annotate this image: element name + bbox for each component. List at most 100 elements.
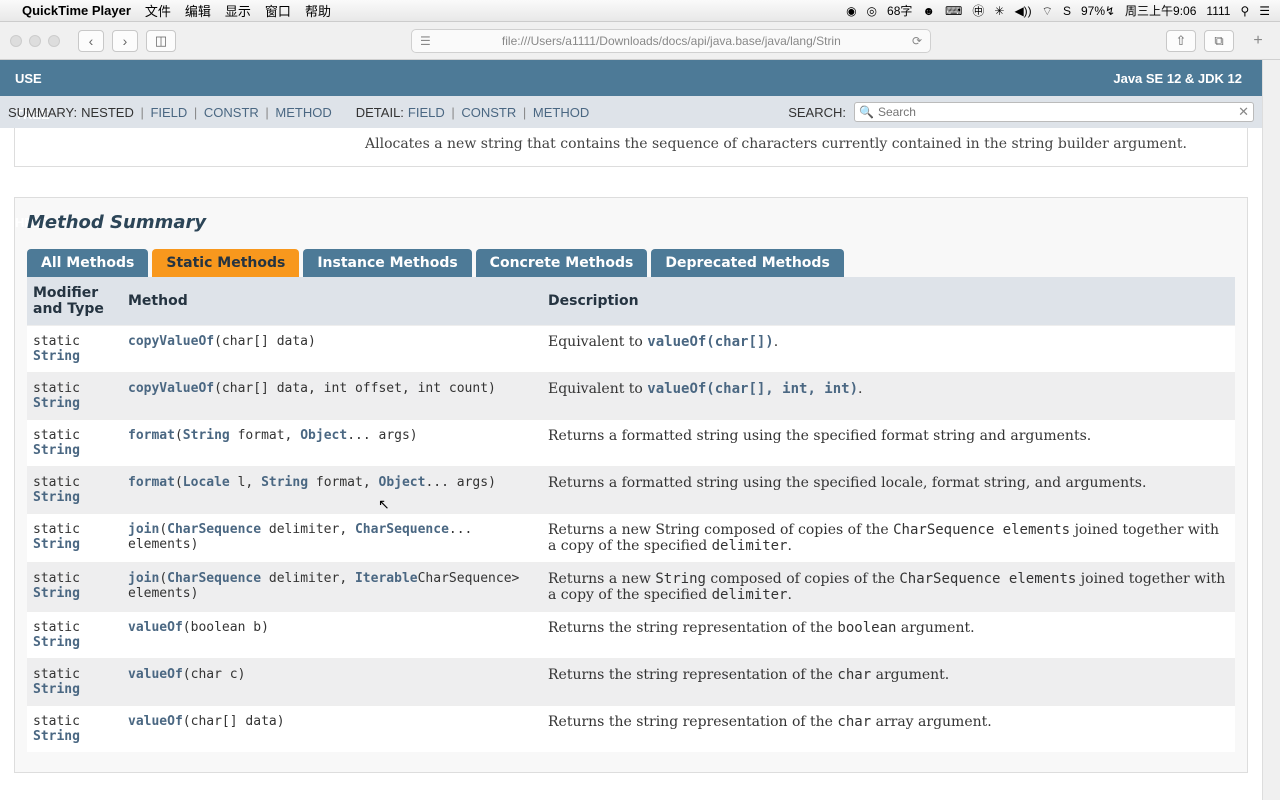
type-link[interactable]: Object	[379, 475, 426, 490]
status-item[interactable]: ☰	[1259, 4, 1270, 18]
type-link[interactable]: String	[261, 475, 308, 490]
status-item[interactable]: ◎	[867, 4, 877, 18]
forward-button[interactable]: ›	[112, 30, 138, 52]
browser-toolbar: ‹ › ◫ ☰ file:///Users/a1111/Downloads/do…	[0, 22, 1280, 60]
subnav-link-field[interactable]: FIELD	[150, 105, 187, 120]
zoom-icon[interactable]	[48, 35, 60, 47]
status-item[interactable]: ☻	[922, 4, 935, 18]
status-item[interactable]: 97%↯	[1081, 4, 1115, 18]
javadoc-sub-nav: SUMMARY: NESTED | FIELD | CONSTR | METHO…	[0, 96, 1262, 128]
header-modifier: Modifier and Type	[27, 277, 122, 326]
status-item[interactable]: ⌔	[1042, 4, 1053, 18]
method-row: static StringvalueOf(boolean b)Returns t…	[27, 612, 1235, 659]
subnav-link-field[interactable]: FIELD	[408, 105, 445, 120]
type-link[interactable]: CharSequence	[355, 522, 449, 537]
minimize-icon[interactable]	[29, 35, 41, 47]
menu-item[interactable]: 窗口	[265, 4, 291, 19]
app-name[interactable]: QuickTime Player	[22, 3, 131, 18]
type-link[interactable]: String	[33, 586, 80, 601]
method-link[interactable]: copyValueOf	[128, 381, 214, 396]
method-link[interactable]: copyValueOf	[128, 334, 214, 349]
type-link[interactable]: String	[33, 729, 80, 744]
type-link[interactable]: String	[33, 635, 80, 650]
constructor-desc: Allocates a new string that contains the…	[365, 136, 1237, 152]
detail-label: DETAIL:	[356, 105, 404, 120]
type-link[interactable]: String	[33, 396, 80, 411]
type-link[interactable]: Iterable	[355, 571, 418, 586]
java-version: Java SE 12 & JDK 12	[1113, 71, 1256, 86]
status-item[interactable]: 周三上午9:06	[1125, 4, 1196, 18]
topnav-index[interactable]: INDEX	[6, 168, 113, 204]
window-controls[interactable]	[10, 35, 60, 47]
subnav-link-constr[interactable]: CONSTR	[461, 105, 516, 120]
type-link[interactable]: String	[183, 428, 230, 443]
menu-item[interactable]: 帮助	[305, 4, 331, 19]
method-link[interactable]: valueOf(char[], int, int)	[647, 381, 858, 397]
reader-icon[interactable]: ☰	[420, 34, 431, 48]
topnav-deprecated[interactable]: DEPRECATED	[6, 132, 113, 168]
method-link[interactable]: valueOf	[128, 667, 183, 682]
tab-instance-methods[interactable]: Instance Methods	[303, 249, 471, 277]
method-link[interactable]: valueOf(char[])	[647, 334, 773, 350]
tab-concrete-methods[interactable]: Concrete Methods	[476, 249, 648, 277]
method-row: static StringcopyValueOf(char[] data)Equ…	[27, 326, 1235, 373]
search-input[interactable]	[878, 105, 1234, 119]
menu-item[interactable]: 编辑	[185, 4, 211, 19]
subnav-link-method[interactable]: METHOD	[275, 105, 331, 120]
reload-icon[interactable]: ⟳	[912, 34, 922, 48]
status-item[interactable]: 1111	[1206, 4, 1230, 18]
type-link[interactable]: String	[33, 349, 80, 364]
method-link[interactable]: valueOf	[128, 620, 183, 635]
tab-deprecated-methods[interactable]: Deprecated Methods	[651, 249, 843, 277]
page-content[interactable]: OVERVIEWMODULEPACKAGECLASSUSETREEDEPRECA…	[0, 60, 1262, 800]
status-item[interactable]: ◉	[846, 4, 856, 18]
method-row: static StringcopyValueOf(char[] data, in…	[27, 373, 1235, 420]
tabs-button[interactable]: ⧉	[1204, 30, 1234, 52]
status-item[interactable]: ✳	[994, 4, 1004, 18]
new-tab-button[interactable]: +	[1246, 29, 1270, 53]
method-link[interactable]: join	[128, 571, 159, 586]
method-summary-section: Method Summary All MethodsStatic Methods…	[14, 197, 1248, 773]
status-item[interactable]: ⌨	[945, 4, 962, 18]
method-link[interactable]: format	[128, 475, 175, 490]
status-item[interactable]: 68字	[887, 4, 912, 18]
right-sidebar-strip	[1262, 60, 1280, 800]
type-link[interactable]: String	[33, 490, 80, 505]
status-item[interactable]: ㊥	[972, 4, 984, 18]
tab-static-methods[interactable]: Static Methods	[152, 249, 299, 277]
method-row: static Stringformat(String format, Objec…	[27, 420, 1235, 467]
method-link[interactable]: join	[128, 522, 159, 537]
method-link[interactable]: valueOf	[128, 714, 183, 729]
tab-all-methods[interactable]: All Methods	[27, 249, 148, 277]
topnav-use[interactable]: USE	[6, 60, 113, 96]
type-link[interactable]: Locale	[183, 475, 230, 490]
method-row: static StringvalueOf(char[] data)Returns…	[27, 706, 1235, 753]
type-link[interactable]: String	[33, 537, 80, 552]
subnav-link-constr[interactable]: CONSTR	[204, 105, 259, 120]
close-icon[interactable]	[10, 35, 22, 47]
search-box[interactable]: 🔍 ✕	[854, 102, 1254, 122]
sidebar-toggle-button[interactable]: ◫	[146, 30, 176, 52]
type-link[interactable]: String	[33, 443, 80, 458]
javadoc-top-nav: OVERVIEWMODULEPACKAGECLASSUSETREEDEPRECA…	[0, 60, 1262, 96]
type-link[interactable]: String	[33, 682, 80, 697]
method-link[interactable]: format	[128, 428, 175, 443]
url-text: file:///Users/a1111/Downloads/docs/api/j…	[439, 34, 904, 48]
subnav-link-method[interactable]: METHOD	[533, 105, 589, 120]
share-button[interactable]: ⇧	[1166, 30, 1196, 52]
method-row: static Stringjoin(CharSequence delimiter…	[27, 514, 1235, 563]
status-item[interactable]: ◀))	[1014, 4, 1031, 18]
address-bar[interactable]: ☰ file:///Users/a1111/Downloads/docs/api…	[411, 29, 931, 53]
method-row: static Stringformat(Locale l, String for…	[27, 467, 1235, 514]
method-tabs: All MethodsStatic MethodsInstance Method…	[27, 249, 1235, 277]
type-link[interactable]: CharSequence	[167, 571, 261, 586]
back-button[interactable]: ‹	[78, 30, 104, 52]
status-item[interactable]: S	[1063, 4, 1071, 18]
clear-search-icon[interactable]: ✕	[1238, 104, 1249, 120]
menu-item[interactable]: 文件	[145, 4, 171, 19]
menu-item[interactable]: 显示	[225, 4, 251, 19]
type-link[interactable]: CharSequence	[167, 522, 261, 537]
status-item[interactable]: ⚲	[1240, 4, 1249, 18]
macos-menubar: QuickTime Player 文件编辑显示窗口帮助 ◉ ◎ 68字 ☻ ⌨ ㊥ ✳ ◀))…	[0, 0, 1280, 22]
type-link[interactable]: Object	[300, 428, 347, 443]
